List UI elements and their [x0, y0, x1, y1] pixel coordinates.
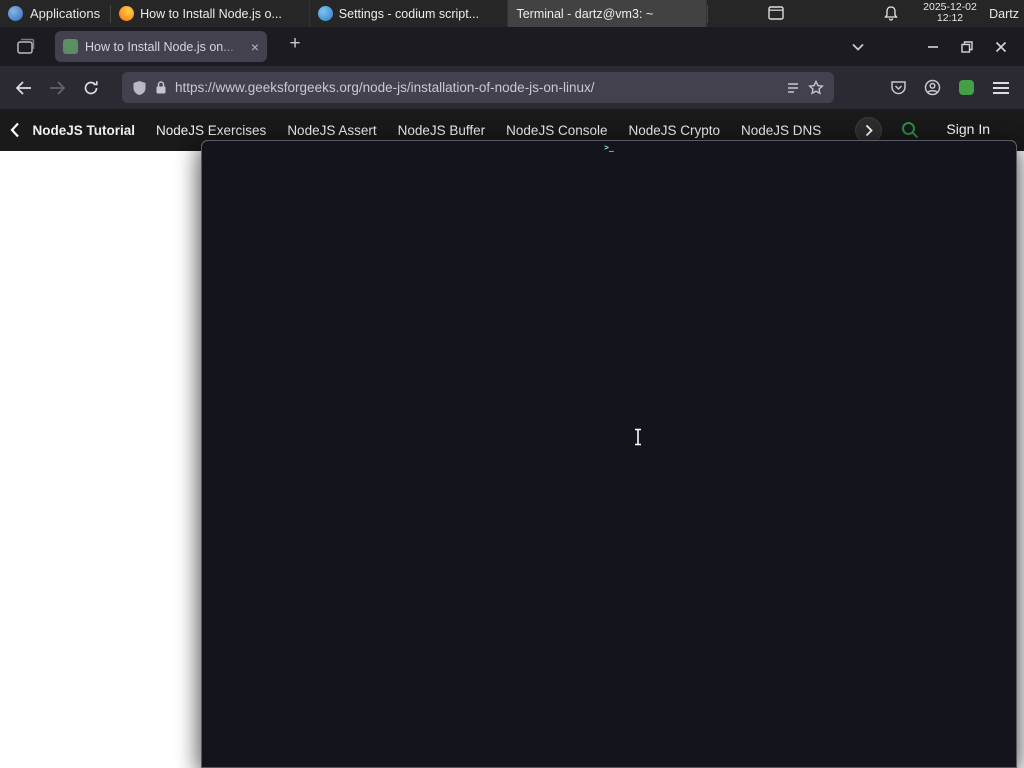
window-close-button[interactable] — [984, 27, 1018, 66]
reload-button[interactable] — [76, 73, 106, 103]
terminal-icon — [201, 140, 1017, 768]
shield-icon[interactable] — [132, 80, 147, 96]
codium-icon — [317, 6, 333, 21]
back-button[interactable] — [8, 73, 38, 103]
taskbar-button-label: Terminal - dartz@vm3: ~ — [516, 6, 654, 21]
user-label: Dartz — [989, 7, 1019, 21]
navigation-toolbar: https://www.geeksforgeeks.org/node-js/in… — [0, 66, 1024, 109]
applications-menu-button[interactable]: Applications — [0, 0, 110, 27]
tab-close-icon[interactable]: × — [251, 39, 259, 55]
account-icon[interactable] — [917, 73, 947, 103]
tray-window-icon[interactable] — [768, 6, 784, 23]
site-nav-item[interactable]: NodeJS DNS — [731, 123, 832, 138]
window-minimize-button[interactable] — [916, 27, 950, 66]
taskbar-button-terminal[interactable]: Terminal - dartz@vm3: ~ — [201, 0, 1017, 768]
sign-in-button[interactable]: Sign In — [946, 121, 990, 137]
menu-hamburger-icon[interactable] — [986, 73, 1016, 103]
site-nav-item[interactable]: NodeJS Console — [496, 123, 618, 138]
site-nav-items: NodeJS Tutorial NodeJS Exercises NodeJS As… — [22, 123, 832, 138]
mouse-cursor — [633, 428, 643, 451]
panel-separator — [707, 4, 709, 23]
new-tab-button[interactable]: + — [283, 33, 307, 55]
url-bar[interactable]: https://www.geeksforgeeks.org/node-js/in… — [122, 72, 834, 103]
pocket-icon[interactable] — [883, 73, 913, 103]
notifications-bell-icon[interactable] — [884, 6, 898, 24]
applications-menu-icon — [8, 6, 23, 21]
site-nav-item[interactable]: NodeJS Crypto — [618, 123, 731, 138]
reader-view-icon[interactable] — [786, 81, 800, 95]
tab-bar: How to Install Node.js on... × + — [0, 27, 1024, 66]
window-restore-button[interactable] — [950, 27, 984, 66]
nav-scroll-left-icon[interactable] — [10, 122, 20, 138]
taskbar-button-label: How to Install Node.js o... — [140, 6, 282, 21]
site-nav-item[interactable]: NodeJS Exercises — [146, 123, 277, 138]
tab-favicon — [63, 39, 78, 54]
firefox-icon — [119, 6, 135, 21]
url-text: https://www.geeksforgeeks.org/node-js/in… — [175, 80, 595, 95]
bookmark-star-icon[interactable] — [808, 80, 824, 95]
site-nav-item[interactable]: NodeJS Buffer — [387, 123, 496, 138]
tab-title: How to Install Node.js on... — [85, 39, 234, 54]
taskbar: How to Install Node.js o... Settings - co… — [111, 0, 1017, 768]
firefox-view-icon[interactable] — [14, 36, 36, 58]
taskbar-button-firefox[interactable]: How to Install Node.js o... — [111, 0, 310, 27]
browser-tab[interactable]: How to Install Node.js on... × — [55, 31, 267, 62]
window-controls — [844, 27, 1018, 66]
list-tabs-icon[interactable] — [844, 43, 872, 51]
clock[interactable]: 2025-12-02 12:12 — [912, 2, 988, 24]
extension-icon[interactable] — [959, 80, 974, 95]
site-nav-item[interactable]: NodeJS Tutorial — [22, 123, 146, 138]
clock-time: 12:12 — [936, 12, 964, 24]
site-nav-item[interactable]: NodeJS Assert — [277, 123, 387, 138]
lock-icon[interactable] — [155, 80, 167, 95]
taskbar-button-label: Settings - codium script... — [338, 6, 480, 21]
forward-button[interactable] — [42, 73, 72, 103]
taskbar-button-codium[interactable]: Settings - codium script... — [310, 0, 509, 27]
applications-menu-label: Applications — [30, 6, 101, 21]
toolbar-right-icons — [881, 73, 1024, 103]
top-panel: Applications How to Install Node.js o...… — [0, 0, 1024, 768]
